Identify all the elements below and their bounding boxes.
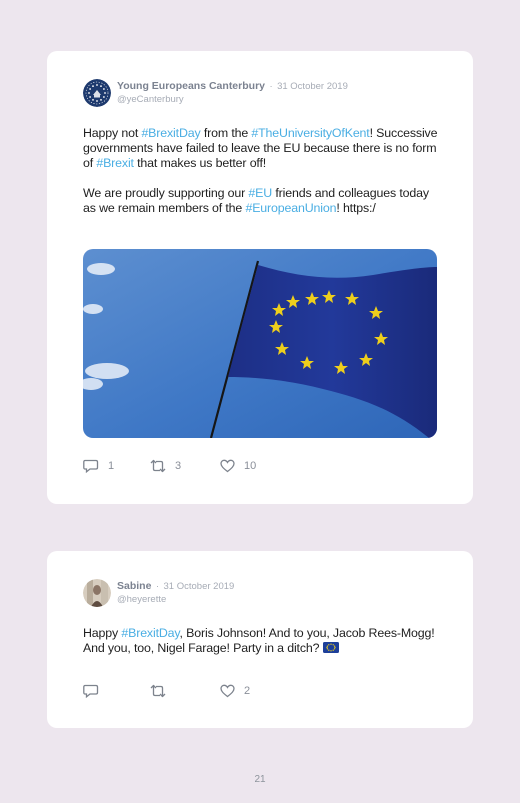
like-count: 10 bbox=[244, 460, 257, 472]
tweet-text: Happy not #BrexitDay from the #TheUniver… bbox=[83, 126, 443, 216]
reply-icon bbox=[83, 459, 99, 473]
author-name[interactable]: Young Europeans Canterbury bbox=[117, 80, 265, 92]
text-segment: Happy bbox=[83, 626, 122, 640]
reply-button[interactable]: 1 bbox=[83, 459, 150, 473]
tweet-card: Young Europeans Canterbury · 31 October … bbox=[47, 51, 473, 504]
hashtag-link[interactable]: #Brexit bbox=[96, 156, 134, 170]
eu-flag-photo bbox=[83, 249, 437, 438]
retweet-button[interactable] bbox=[150, 684, 220, 698]
hashtag-link[interactable]: #EU bbox=[248, 186, 272, 200]
eu-flag-emoji-icon bbox=[322, 642, 339, 653]
heart-icon bbox=[220, 459, 235, 473]
tweet-paragraph: Happy not #BrexitDay from the #TheUniver… bbox=[83, 126, 443, 171]
text-segment: Happy not bbox=[83, 126, 142, 140]
tweet-photo-eu-flag[interactable] bbox=[83, 249, 437, 438]
retweet-icon bbox=[150, 684, 166, 698]
like-button[interactable]: 10 bbox=[220, 459, 256, 473]
reply-button[interactable] bbox=[83, 684, 150, 698]
text-segment: We are proudly supporting our bbox=[83, 186, 249, 200]
hashtag-link[interactable]: #BrexitDay bbox=[121, 626, 179, 640]
separator-dot: · bbox=[269, 81, 273, 92]
retweet-count: 3 bbox=[175, 460, 182, 472]
text-segment: from the bbox=[200, 126, 252, 140]
tweet-header: Young Europeans Canterbury · 31 October … bbox=[83, 79, 348, 107]
like-count: 2 bbox=[244, 685, 251, 697]
tweet-header: Sabine · 31 October 2019 @heyerette bbox=[83, 579, 234, 607]
avatar[interactable] bbox=[83, 579, 111, 607]
eu-stars-logo-icon bbox=[83, 79, 111, 107]
reply-icon bbox=[83, 684, 99, 698]
hashtag-link[interactable]: #TheUniversityOfKent bbox=[251, 126, 369, 140]
retweet-icon bbox=[150, 459, 166, 473]
text-segment: that makes us better off! bbox=[133, 156, 267, 170]
avatar[interactable] bbox=[83, 79, 111, 107]
profile-photo-icon bbox=[83, 579, 111, 607]
reply-count: 1 bbox=[108, 460, 115, 472]
author-handle[interactable]: @yeCanterbury bbox=[117, 94, 348, 106]
hashtag-link[interactable]: #EuropeanUnion bbox=[245, 201, 336, 215]
page-number: 21 bbox=[254, 774, 266, 785]
tweet-actions: 1 3 10 bbox=[83, 459, 256, 473]
tweet-actions: 2 bbox=[83, 684, 250, 698]
hashtag-link[interactable]: #BrexitDay bbox=[141, 126, 200, 140]
author-handle[interactable]: @heyerette bbox=[117, 594, 234, 606]
tweet-paragraph: Happy #BrexitDay, Boris Johnson! And to … bbox=[83, 626, 443, 656]
text-segment: ! https:/ bbox=[336, 201, 376, 215]
separator-dot: · bbox=[155, 581, 160, 592]
tweet-paragraph: We are proudly supporting our #EU friend… bbox=[83, 186, 443, 216]
heart-icon bbox=[220, 684, 235, 698]
tweet-card: Sabine · 31 October 2019 @heyerette Happ… bbox=[47, 551, 473, 728]
tweet-date[interactable]: 31 October 2019 bbox=[164, 581, 235, 592]
like-button[interactable]: 2 bbox=[220, 684, 250, 698]
retweet-button[interactable]: 3 bbox=[150, 459, 220, 473]
tweet-date[interactable]: 31 October 2019 bbox=[277, 81, 348, 92]
tweet-text: Happy #BrexitDay, Boris Johnson! And to … bbox=[83, 626, 443, 656]
author-name[interactable]: Sabine bbox=[117, 580, 151, 592]
